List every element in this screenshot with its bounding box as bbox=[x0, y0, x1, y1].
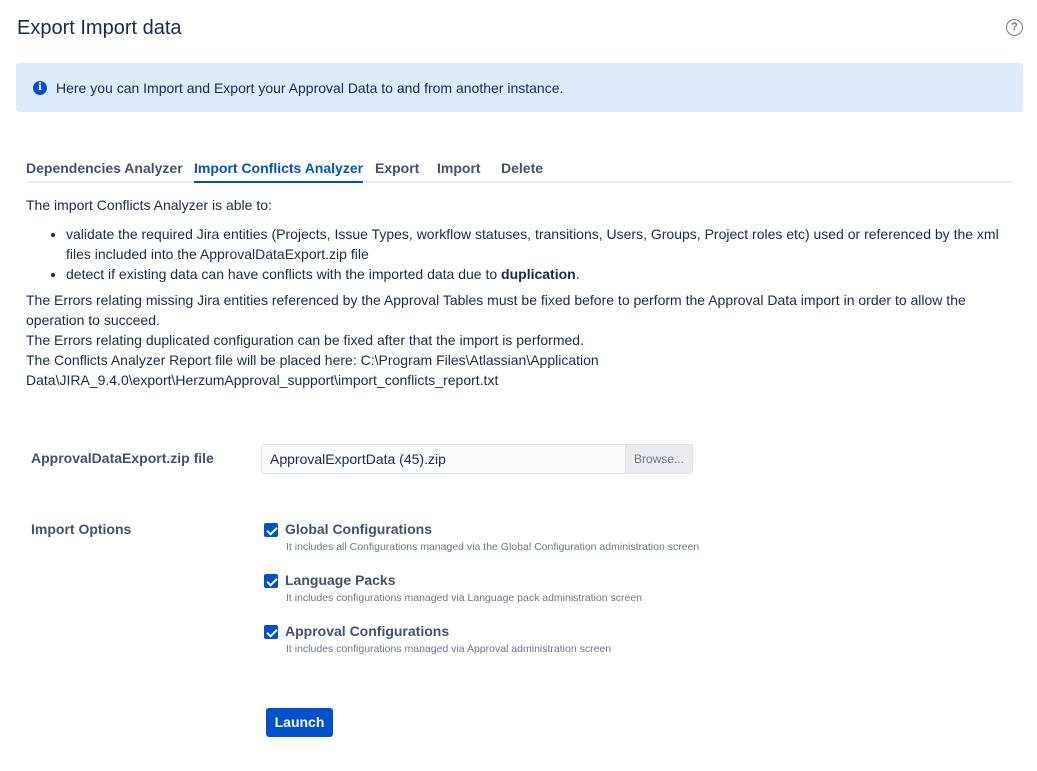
launch-button[interactable]: Launch bbox=[266, 708, 333, 737]
language-packs-checkbox[interactable] bbox=[264, 574, 278, 588]
global-configurations-checkbox[interactable] bbox=[264, 523, 278, 537]
tab-delete[interactable]: Delete bbox=[501, 160, 543, 176]
info-text: Here you can Import and Export your Appr… bbox=[56, 80, 564, 96]
file-field-label: ApprovalDataExport.zip file bbox=[31, 450, 214, 466]
option-description: It includes all Configurations managed v… bbox=[286, 541, 700, 553]
report-path-text: The Conflicts Analyzer Report file will … bbox=[26, 352, 599, 388]
option-label[interactable]: Global Configurations bbox=[285, 521, 432, 537]
description-paragraph: The Errors relating missing Jira entitie… bbox=[26, 292, 966, 328]
description-paragraph: The Errors relating duplicated configura… bbox=[26, 332, 584, 348]
file-name: ApprovalExportData (45).zip bbox=[270, 451, 446, 467]
help-icon[interactable]: ? bbox=[1006, 19, 1023, 36]
option-description: It includes configurations managed via L… bbox=[286, 592, 643, 604]
info-icon: i bbox=[33, 81, 47, 95]
approval-configurations-checkbox[interactable] bbox=[264, 625, 278, 639]
info-panel: i Here you can Import and Export your Ap… bbox=[16, 63, 1023, 112]
bullet-bold-text: duplication bbox=[501, 266, 576, 282]
description-intro: The import Conflicts Analyzer is able to… bbox=[26, 197, 272, 213]
description-list: validate the required Jira entities (Pro… bbox=[66, 224, 1016, 284]
page-title: Export Import data bbox=[17, 17, 182, 39]
tab-import-conflicts-analyzer[interactable]: Import Conflicts Analyzer bbox=[194, 160, 364, 183]
browse-button[interactable]: Browse... bbox=[625, 445, 692, 473]
tab-export[interactable]: Export bbox=[375, 160, 419, 176]
tab-import[interactable]: Import bbox=[437, 160, 481, 176]
description: The import Conflicts Analyzer is able to… bbox=[26, 195, 1016, 390]
option-description: It includes configurations managed via A… bbox=[286, 643, 612, 655]
list-item: detect if existing data can have conflic… bbox=[66, 264, 1016, 284]
option-label[interactable]: Approval Configurations bbox=[285, 623, 449, 639]
option-label[interactable]: Language Packs bbox=[285, 572, 396, 588]
file-input[interactable]: ApprovalExportData (45).zip Browse... bbox=[261, 444, 693, 474]
tab-dependencies-analyzer[interactable]: Dependencies Analyzer bbox=[26, 160, 183, 176]
list-item: validate the required Jira entities (Pro… bbox=[66, 224, 1016, 264]
bullet-text: validate the required Jira entities (Pro… bbox=[66, 226, 999, 262]
import-options-label: Import Options bbox=[31, 521, 132, 537]
tab-bar: Dependencies Analyzer Import Conflicts A… bbox=[26, 152, 1013, 183]
bullet-text: detect if existing data can have conflic… bbox=[66, 266, 502, 282]
bullet-suffix: . bbox=[575, 266, 580, 282]
